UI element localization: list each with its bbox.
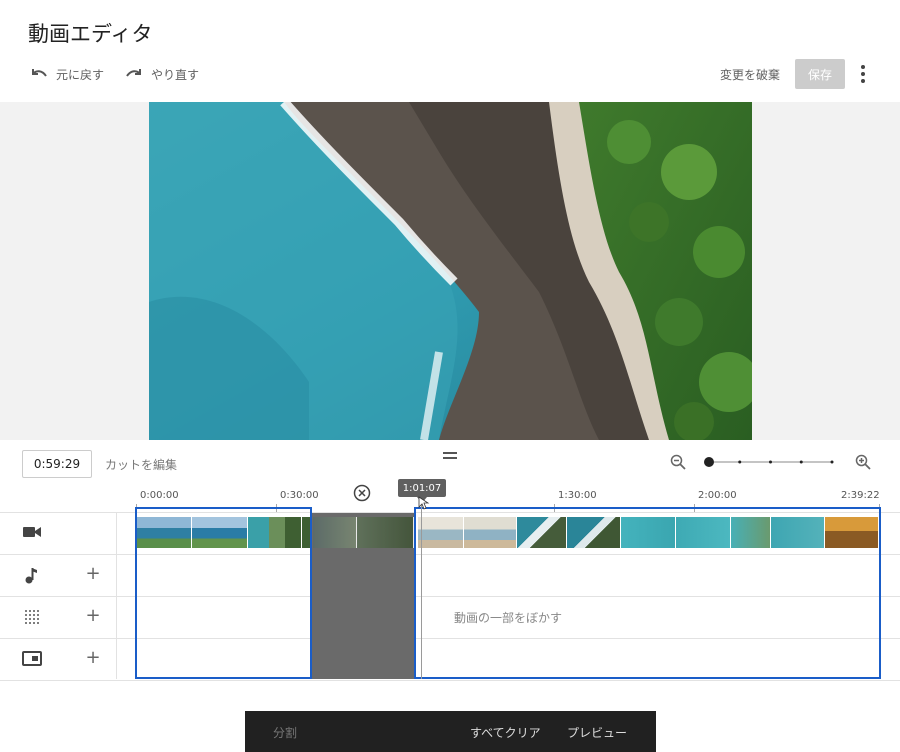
save-button[interactable]: 保存 <box>795 59 845 89</box>
info-card-track <box>0 638 900 681</box>
playhead-line <box>421 503 422 679</box>
zoom-step <box>769 460 772 464</box>
video-thumbnail <box>313 517 357 548</box>
info-card-icon <box>22 651 42 666</box>
video-thumbnail <box>517 517 567 548</box>
split-button[interactable]: 分割 <box>273 724 297 741</box>
undo-icon <box>32 69 47 77</box>
cursor-icon <box>418 496 430 510</box>
video-thumbnail <box>464 517 517 548</box>
playhead-time-label: 1:01:07 <box>398 479 446 497</box>
more-options-icon[interactable] <box>856 64 870 84</box>
preview-button[interactable]: プレビュー <box>567 724 627 741</box>
zoom-in-icon[interactable] <box>855 454 871 470</box>
video-thumbnail <box>731 517 771 548</box>
zoom-thumb[interactable] <box>704 457 714 467</box>
video-thumbnail <box>302 517 311 548</box>
remove-cut-icon[interactable] <box>353 484 371 502</box>
ruler-tick <box>276 504 277 512</box>
video-thumbnail <box>825 517 879 548</box>
ruler-label-120min: 2:00:00 <box>698 490 737 501</box>
add-audio-button[interactable]: + <box>85 565 101 583</box>
video-thumbnail <box>357 517 414 548</box>
undo-label: 元に戻す <box>56 67 105 82</box>
video-thumbnail <box>771 517 825 548</box>
undo-button[interactable]: 元に戻す <box>30 64 104 84</box>
video-thumbnail <box>137 517 192 548</box>
redo-label: やり直す <box>151 67 200 82</box>
video-thumbnail <box>192 517 248 548</box>
video-thumbnail <box>418 517 464 548</box>
video-preview[interactable] <box>149 102 752 440</box>
track-divider <box>116 512 117 679</box>
video-thumbnail <box>567 517 621 548</box>
redo-button[interactable]: やり直す <box>125 64 199 84</box>
zoom-step <box>830 460 834 464</box>
zoom-step <box>799 460 803 464</box>
blur-track <box>0 596 900 639</box>
music-note-icon <box>25 568 37 584</box>
audio-track <box>0 554 900 597</box>
blur-grid-icon <box>25 610 39 624</box>
page-title: 動画エディタ <box>28 22 153 46</box>
ruler-tick <box>694 504 695 512</box>
video-thumbnail <box>621 517 676 548</box>
video-camera-icon <box>23 527 41 537</box>
zoom-slider[interactable] <box>702 455 837 469</box>
add-blur-button[interactable]: + <box>85 607 101 625</box>
edit-cut-button[interactable]: カットを編集 <box>105 456 177 473</box>
video-thumbnail <box>676 517 731 548</box>
current-time-field[interactable]: 0:59:29 <box>22 450 92 478</box>
ruler-label-30min: 0:30:00 <box>280 490 319 501</box>
ruler-tick <box>879 504 880 512</box>
add-info-card-button[interactable]: + <box>85 649 101 667</box>
redo-icon <box>126 69 141 77</box>
video-thumbnail <box>248 517 302 548</box>
ruler-tick <box>554 504 555 512</box>
ruler-label-start: 0:00:00 <box>140 490 179 501</box>
resize-handle-icon[interactable] <box>443 452 457 462</box>
zoom-step <box>738 460 742 464</box>
zoom-out-icon[interactable] <box>670 454 686 470</box>
blur-track-label: 動画の一部をぼかす <box>454 611 563 625</box>
clear-all-button[interactable]: すべてクリア <box>470 724 541 741</box>
ruler-tick <box>136 504 137 512</box>
discard-changes-button[interactable]: 変更を破棄 <box>720 66 780 83</box>
ruler-label-end: 2:39:22 <box>841 490 880 501</box>
aerial-coast-image <box>149 102 752 440</box>
ruler-label-90min: 1:30:00 <box>558 490 597 501</box>
